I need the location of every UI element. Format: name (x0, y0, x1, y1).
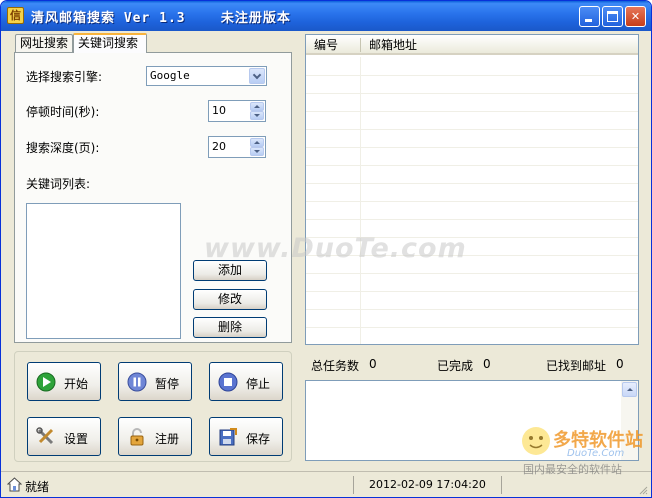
engine-select-value: Google (150, 69, 190, 82)
scroll-up-button[interactable] (622, 382, 637, 397)
table-header: 编号 邮箱地址 (306, 35, 638, 55)
depth-up-button[interactable] (250, 138, 264, 147)
lock-icon (130, 428, 144, 446)
stop-icon (218, 372, 238, 392)
main-window: 信 清风邮箱搜索 Ver 1.3 未注册版本 ✕ 网址搜索 关键词搜索 选择搜索… (0, 0, 652, 498)
register-label: 注册 (155, 432, 180, 446)
arrow-up-icon (254, 141, 260, 144)
pause-button[interactable]: 暂停 (118, 362, 192, 401)
pause-down-button[interactable] (250, 111, 264, 120)
add-keyword-button[interactable]: 添加 (193, 260, 267, 281)
completed-value: 0 (483, 357, 491, 371)
engine-label: 选择搜索引擎: (26, 70, 103, 84)
stop-label: 停止 (246, 377, 271, 391)
grid-line (306, 219, 638, 220)
engine-dropdown-button[interactable] (249, 68, 265, 84)
grid-line (306, 147, 638, 148)
total-tasks-value: 0 (369, 357, 377, 371)
grid-line (306, 291, 638, 292)
pause-value: 10 (212, 104, 226, 117)
app-icon[interactable]: 信 (7, 7, 24, 24)
edit-keyword-button[interactable]: 修改 (193, 289, 267, 310)
log-output[interactable] (305, 380, 639, 461)
minimize-button[interactable] (579, 6, 600, 27)
column-header-id[interactable]: 编号 (306, 35, 360, 55)
grid-line (306, 111, 638, 112)
status-divider (353, 476, 354, 494)
grid-line (306, 237, 638, 238)
save-icon (219, 428, 237, 446)
grid-line (306, 75, 638, 76)
grid-line (306, 201, 638, 202)
status-text: 就绪 (25, 480, 50, 494)
grid-line (306, 327, 638, 328)
maximize-icon (607, 11, 618, 22)
grid-line (306, 93, 638, 94)
save-label: 保存 (246, 432, 271, 446)
depth-down-button[interactable] (250, 147, 264, 156)
maximize-button[interactable] (602, 6, 623, 27)
pause-up-button[interactable] (250, 102, 264, 111)
engine-select[interactable]: Google (146, 66, 267, 86)
found-emails-value: 0 (616, 357, 624, 371)
chevron-down-icon (252, 70, 262, 80)
arrow-down-icon (254, 150, 260, 153)
tab-keyword-search[interactable]: 关键词搜索 (73, 33, 147, 53)
pause-label-text: 暂停 (155, 377, 180, 391)
stop-button[interactable]: 停止 (209, 362, 283, 401)
log-scrollbar[interactable] (621, 381, 638, 460)
resize-grip-icon[interactable] (638, 485, 648, 495)
depth-value: 20 (212, 140, 226, 153)
arrow-up-icon (627, 388, 633, 391)
start-label: 开始 (64, 377, 89, 391)
depth-label: 搜索深度(页): (26, 141, 100, 155)
grid-line (306, 165, 638, 166)
tab-url-search[interactable]: 网址搜索 (15, 34, 73, 53)
keywords-label: 关键词列表: (26, 177, 91, 191)
grid-line (306, 273, 638, 274)
settings-button[interactable]: 设置 (27, 417, 101, 456)
grid-line (306, 129, 638, 130)
total-tasks-label: 总任务数 (311, 359, 360, 373)
results-table[interactable]: 编号 邮箱地址 (305, 34, 639, 345)
save-button[interactable]: 保存 (209, 417, 283, 456)
keyword-list[interactable] (26, 203, 181, 339)
close-icon: ✕ (630, 10, 641, 23)
grid-line (306, 309, 638, 310)
grid-line (306, 255, 638, 256)
arrow-down-icon (254, 114, 260, 117)
completed-label: 已完成 (437, 359, 474, 373)
status-bar: 就绪 2012-02-09 17:04:20 (1, 471, 651, 497)
column-header-email[interactable]: 邮箱地址 (361, 35, 638, 55)
pause-label: 停顿时间(秒): (26, 105, 100, 119)
status-divider (501, 476, 502, 494)
register-button[interactable]: 注册 (118, 417, 192, 456)
play-icon (36, 372, 56, 392)
title-bar[interactable]: 信 清风邮箱搜索 Ver 1.3 未注册版本 ✕ (1, 1, 651, 31)
window-title: 清风邮箱搜索 Ver 1.3 未注册版本 (31, 11, 291, 26)
status-datetime: 2012-02-09 17:04:20 (369, 478, 486, 491)
depth-stepper[interactable]: 20 (208, 136, 266, 158)
delete-keyword-button[interactable]: 删除 (193, 317, 267, 338)
start-button[interactable]: 开始 (27, 362, 101, 401)
arrow-up-icon (254, 105, 260, 108)
home-icon (7, 477, 22, 492)
settings-label: 设置 (64, 432, 89, 446)
grid-line (306, 183, 638, 184)
pause-stepper[interactable]: 10 (208, 100, 266, 122)
close-button[interactable]: ✕ (625, 6, 646, 27)
pause-icon (127, 372, 147, 392)
tools-icon (36, 427, 54, 445)
minimize-icon (585, 19, 592, 22)
found-emails-label: 已找到邮址 (546, 359, 607, 373)
